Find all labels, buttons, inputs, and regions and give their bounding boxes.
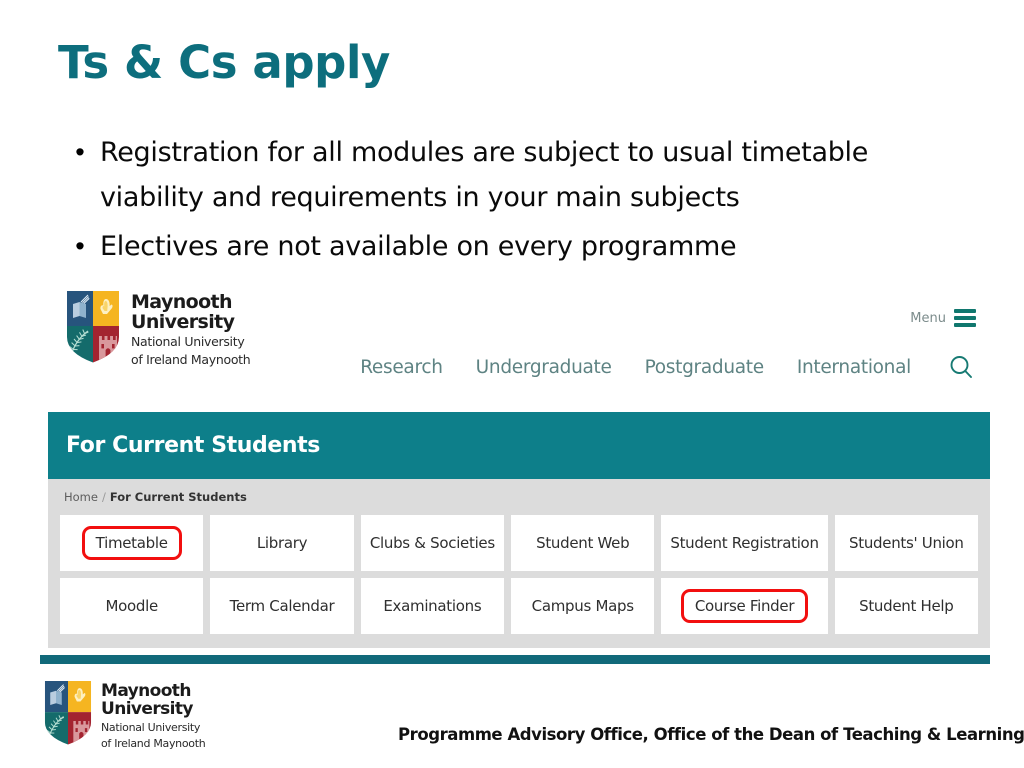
logo-subtitle-line1: National University bbox=[131, 334, 245, 349]
footer-logo: Maynooth University National University … bbox=[44, 680, 206, 750]
footer-logo-subtitle-line2: of Ireland Maynooth bbox=[101, 737, 206, 750]
bullet-text: Electives are not available on every pro… bbox=[100, 231, 737, 262]
tile-label: Course Finder bbox=[680, 589, 809, 623]
tile-label: Students' Union bbox=[849, 534, 964, 552]
logo-name-line1: Maynooth bbox=[131, 291, 233, 313]
breadcrumb: Home / For Current Students bbox=[60, 488, 978, 515]
nav-link-research[interactable]: Research bbox=[360, 357, 443, 378]
website-screenshot: Maynooth University National University … bbox=[48, 282, 990, 648]
footer-logo-wordmark: Maynooth University National University … bbox=[101, 680, 206, 750]
maynooth-university-logo: Maynooth University National University … bbox=[66, 290, 251, 367]
hamburger-icon[interactable] bbox=[954, 309, 976, 327]
nav-link-postgraduate[interactable]: Postgraduate bbox=[645, 357, 765, 378]
banner-title: For Current Students bbox=[66, 433, 320, 458]
tile-label: Examinations bbox=[383, 597, 482, 615]
shield-crest-icon bbox=[44, 680, 92, 746]
footer-logo-subtitle-line1: National University bbox=[101, 721, 201, 734]
tile-clubs-societies[interactable]: Clubs & Societies bbox=[360, 515, 505, 571]
bullet-list: • Registration for all modules are subje… bbox=[60, 130, 940, 273]
tile-moodle[interactable]: Moodle bbox=[60, 578, 204, 634]
tile-student-registration[interactable]: Student Registration bbox=[661, 515, 828, 571]
list-item: • Electives are not available on every p… bbox=[60, 224, 940, 269]
tile-label: Student Help bbox=[859, 597, 954, 615]
breadcrumb-current: For Current Students bbox=[109, 490, 247, 504]
tile-examinations[interactable]: Examinations bbox=[360, 578, 505, 634]
quick-links-grid: Timetable Library Clubs & Societies Stud… bbox=[60, 515, 978, 634]
list-item: • Registration for all modules are subje… bbox=[60, 130, 940, 220]
tile-label: Clubs & Societies bbox=[369, 534, 495, 552]
tile-student-web[interactable]: Student Web bbox=[511, 515, 655, 571]
tile-campus-maps[interactable]: Campus Maps bbox=[511, 578, 655, 634]
tile-term-calendar[interactable]: Term Calendar bbox=[210, 578, 354, 634]
tile-label: Student Registration bbox=[670, 534, 819, 552]
tile-label: Student Web bbox=[536, 534, 630, 552]
tile-label: Library bbox=[256, 534, 308, 552]
tile-timetable[interactable]: Timetable bbox=[60, 515, 204, 571]
tile-label: Timetable bbox=[81, 526, 182, 560]
logo-name-line2: University bbox=[131, 311, 235, 333]
menu-toggle[interactable]: Menu bbox=[910, 309, 976, 327]
tile-course-finder[interactable]: Course Finder bbox=[661, 578, 828, 634]
logo-wordmark: Maynooth University National University … bbox=[131, 290, 251, 367]
tile-student-help[interactable]: Student Help bbox=[834, 578, 978, 634]
menu-label: Menu bbox=[910, 310, 946, 326]
footer-logo-name-line1: Maynooth bbox=[101, 681, 191, 701]
tile-students-union[interactable]: Students' Union bbox=[834, 515, 978, 571]
footer-divider bbox=[40, 655, 990, 664]
footer-caption: Programme Advisory Office, Office of the… bbox=[398, 725, 1024, 744]
page-title: Ts & Cs apply bbox=[58, 36, 390, 89]
breadcrumb-home[interactable]: Home bbox=[64, 490, 98, 504]
bullet-marker-icon: • bbox=[75, 137, 85, 167]
tile-library[interactable]: Library bbox=[210, 515, 354, 571]
shield-crest-icon bbox=[66, 290, 120, 364]
tile-label: Campus Maps bbox=[531, 597, 634, 615]
bullet-text: Registration for all modules are subject… bbox=[100, 137, 869, 213]
search-icon[interactable] bbox=[946, 352, 976, 382]
nav-link-undergraduate[interactable]: Undergraduate bbox=[476, 357, 612, 378]
logo-subtitle-line2: of Ireland Maynooth bbox=[131, 351, 251, 367]
tile-label: Term Calendar bbox=[229, 597, 335, 615]
tile-label: Moodle bbox=[105, 597, 158, 615]
primary-navigation: Research Undergraduate Postgraduate Inte… bbox=[360, 352, 976, 382]
breadcrumb-separator: / bbox=[101, 490, 106, 504]
site-header: Maynooth University National University … bbox=[48, 282, 990, 412]
bullet-marker-icon: • bbox=[75, 231, 85, 261]
nav-link-international[interactable]: International bbox=[797, 357, 911, 378]
footer-logo-name-line2: University bbox=[101, 699, 193, 719]
page-banner: For Current Students bbox=[48, 412, 990, 479]
content-area: Home / For Current Students Timetable Libr… bbox=[48, 479, 990, 648]
